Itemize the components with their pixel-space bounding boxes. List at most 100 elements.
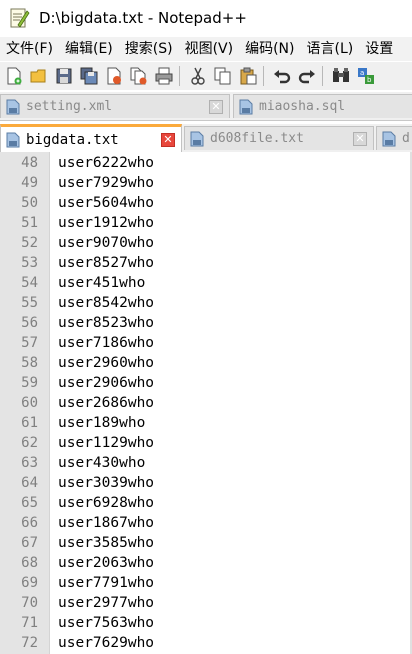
editor-line[interactable]: 64 user3039who — [0, 473, 412, 493]
text-editor[interactable]: 48 user6222who 49 user7929who 50 user5604who 5… — [0, 152, 412, 654]
redo-icon[interactable] — [296, 65, 318, 87]
editor-line[interactable]: 59 user2906who — [0, 373, 412, 393]
line-content[interactable]: user7929who — [58, 173, 154, 193]
editor-line[interactable]: 65 user6928who — [0, 493, 412, 513]
line-number: 57 — [21, 335, 38, 351]
tab-setting-xml[interactable]: setting.xml ✕ — [0, 94, 230, 118]
line-number: 70 — [21, 595, 38, 611]
editor-line[interactable]: 66 user1867who — [0, 513, 412, 533]
editor-line[interactable]: 54 user451who — [0, 273, 412, 293]
line-number: 52 — [21, 235, 38, 251]
editor-line[interactable]: 72 user7629who — [0, 633, 412, 653]
line-content[interactable]: user7791who — [58, 573, 154, 593]
line-content[interactable]: user2977who — [58, 593, 154, 613]
editor-line[interactable]: 69 user7791who — [0, 573, 412, 593]
editor-line[interactable]: 67 user3585who — [0, 533, 412, 553]
tab-bar-primary: setting.xml ✕ miaosha.sql — [0, 92, 412, 121]
line-number: 72 — [21, 635, 38, 651]
line-number: 64 — [21, 475, 38, 491]
close-tab-icon[interactable]: ✕ — [353, 131, 367, 146]
toolbar-separator — [179, 66, 180, 86]
close-icon[interactable] — [103, 65, 125, 87]
menu-file[interactable]: 文件(F) — [0, 37, 59, 61]
editor-line[interactable]: 56 user8523who — [0, 313, 412, 333]
line-content[interactable]: user3039who — [58, 473, 154, 493]
close-all-icon[interactable] — [128, 65, 150, 87]
tab-d-partial[interactable]: d — [376, 126, 412, 150]
tab-miaosha-sql[interactable]: miaosha.sql — [233, 94, 412, 118]
editor-line[interactable]: 71 user7563who — [0, 613, 412, 633]
editor-line[interactable]: 68 user2063who — [0, 553, 412, 573]
editor-line[interactable]: 70 user2977who — [0, 593, 412, 613]
paste-icon[interactable] — [237, 65, 259, 87]
line-content[interactable]: user3585who — [58, 533, 154, 553]
editor-line[interactable]: 60 user2686who — [0, 393, 412, 413]
undo-icon[interactable] — [271, 65, 293, 87]
toolbar-separator — [322, 66, 323, 86]
editor-line[interactable]: 48 user6222who — [0, 153, 412, 173]
line-content[interactable]: user7563who — [58, 613, 154, 633]
tab-d608file-txt[interactable]: d608file.txt ✕ — [184, 126, 374, 150]
line-content[interactable]: user5604who — [58, 193, 154, 213]
line-content[interactable]: user2686who — [58, 393, 154, 413]
line-number: 53 — [21, 255, 38, 271]
menu-settings[interactable]: 设置 — [359, 37, 399, 61]
cut-icon[interactable] — [187, 65, 209, 87]
editor-line[interactable]: 52 user9070who — [0, 233, 412, 253]
tab-label: bigdata.txt — [26, 131, 119, 148]
open-folder-icon[interactable] — [28, 65, 50, 87]
menu-bar: 文件(F) 编辑(E) 搜索(S) 视图(V) 编码(N) 语言(L) 设置 — [0, 37, 412, 61]
menu-view[interactable]: 视图(V) — [179, 37, 240, 61]
line-content[interactable]: user7629who — [58, 633, 154, 653]
menu-edit[interactable]: 编辑(E) — [59, 37, 119, 61]
line-content[interactable]: user2960who — [58, 353, 154, 373]
editor-line[interactable]: 62 user1129who — [0, 433, 412, 453]
line-content[interactable]: user451who — [58, 273, 145, 293]
line-number: 59 — [21, 375, 38, 391]
editor-line[interactable]: 61 user189who — [0, 413, 412, 433]
file-saved-icon — [239, 99, 253, 114]
line-content[interactable]: user430who — [58, 453, 145, 473]
line-content[interactable]: user6928who — [58, 493, 154, 513]
line-content[interactable]: user2063who — [58, 553, 154, 573]
toolbar: ab — [0, 62, 412, 90]
close-tab-icon[interactable]: ✕ — [161, 132, 175, 147]
line-content[interactable]: user9070who — [58, 233, 154, 253]
new-file-icon[interactable] — [3, 65, 25, 87]
line-content[interactable]: user2906who — [58, 373, 154, 393]
tab-label: d608file.txt — [210, 131, 304, 146]
editor-line[interactable]: 51 user1912who — [0, 213, 412, 233]
save-icon[interactable] — [53, 65, 75, 87]
menu-encoding[interactable]: 编码(N) — [239, 37, 300, 61]
copy-icon[interactable] — [212, 65, 234, 87]
close-tab-icon[interactable]: ✕ — [209, 99, 223, 114]
editor-line[interactable]: 50 user5604who — [0, 193, 412, 213]
editor-line[interactable]: 55 user8542who — [0, 293, 412, 313]
find-icon[interactable] — [330, 65, 352, 87]
line-content[interactable]: user1912who — [58, 213, 154, 233]
line-number: 56 — [21, 315, 38, 331]
line-content[interactable]: user189who — [58, 413, 145, 433]
line-number: 61 — [21, 415, 38, 431]
window-title: D:\bigdata.txt - Notepad++ — [39, 9, 247, 27]
editor-line[interactable]: 49 user7929who — [0, 173, 412, 193]
line-content[interactable]: user6222who — [58, 153, 154, 173]
menu-language[interactable]: 语言(L) — [301, 37, 360, 61]
line-content[interactable]: user8523who — [58, 313, 154, 333]
print-icon[interactable] — [153, 65, 175, 87]
editor-line[interactable]: 63 user430who — [0, 453, 412, 473]
line-content[interactable]: user1867who — [58, 513, 154, 533]
editor-line[interactable]: 57 user7186who — [0, 333, 412, 353]
menu-search[interactable]: 搜索(S) — [119, 37, 179, 61]
editor-line[interactable]: 58 user2960who — [0, 353, 412, 373]
line-content[interactable]: user1129who — [58, 433, 154, 453]
line-number: 60 — [21, 395, 38, 411]
replace-icon[interactable]: ab — [355, 65, 377, 87]
save-all-icon[interactable] — [78, 65, 100, 87]
line-content[interactable]: user8527who — [58, 253, 154, 273]
editor-line[interactable]: 53 user8527who — [0, 253, 412, 273]
line-content[interactable]: user7186who — [58, 333, 154, 353]
line-content[interactable]: user8542who — [58, 293, 154, 313]
tab-bigdata-txt[interactable]: bigdata.txt ✕ — [0, 124, 182, 152]
line-number: 66 — [21, 515, 38, 531]
